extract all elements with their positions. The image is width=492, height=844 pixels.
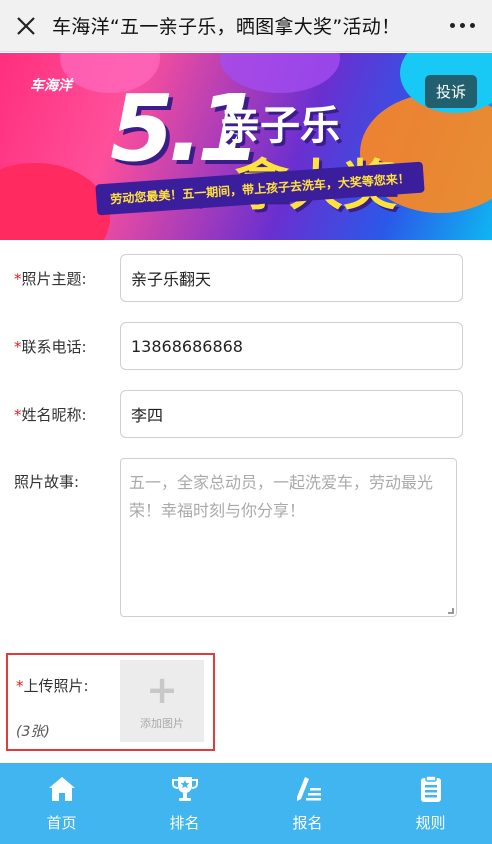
phone-input[interactable]: 13868686868 (120, 322, 463, 370)
upload-section: *上传照片: (3张) + 添加图片 (6, 653, 215, 751)
plus-icon: + (146, 668, 178, 712)
edit-list-icon (296, 777, 321, 801)
trophy-icon (171, 777, 198, 801)
required-mark: * (14, 406, 22, 424)
clipboard-icon (420, 775, 441, 802)
more-options-button[interactable] (432, 0, 492, 52)
close-icon (17, 16, 35, 35)
upload-count: (3张) (16, 724, 50, 740)
resize-handle[interactable] (448, 608, 454, 614)
activity-banner: 车海洋 5.1 亲子乐 晒图 拿大奖 劳动您最美！五一期间，带上孩子去洗车，大奖… (0, 53, 492, 240)
required-mark: * (14, 270, 22, 288)
add-picture-label: 添加图片 (140, 717, 184, 730)
title-bar: 车海洋“五一亲子乐，晒图拿大奖”活动！ (0, 0, 492, 52)
brand-logo: 车海洋 (30, 78, 72, 94)
close-button[interactable] (0, 0, 52, 52)
nav-item-ranking[interactable]: 排名 (123, 763, 246, 844)
nav-item-rules[interactable]: 规则 (369, 763, 492, 844)
upload-label: *上传照片: (16, 677, 89, 695)
home-icon (48, 777, 75, 801)
page-title: 车海洋“五一亲子乐，晒图拿大奖”活动！ (52, 16, 401, 38)
bottom-nav: 首页 排名 报名 规则 (0, 763, 492, 844)
more-dots-icon (449, 23, 455, 28)
nickname-input[interactable]: 李四 (120, 390, 463, 438)
nickname-label: *姓名昵称: (14, 406, 87, 424)
story-label: 照片故事: (14, 473, 80, 491)
story-textarea[interactable]: 五一，全家总动员，一起洗爱车，劳动最光荣！幸福时刻与你分享！ (120, 458, 457, 617)
banner-headline: 5.1 亲子乐 晒图 拿大奖 (110, 83, 397, 218)
story-placeholder: 五一，全家总动员，一起洗爱车，劳动最光荣！幸福时刻与你分享！ (129, 473, 434, 520)
add-picture-button[interactable]: + 添加图片 (120, 660, 204, 742)
complain-button[interactable]: 投诉 (424, 75, 477, 108)
topic-label: *照片主题: (14, 270, 87, 288)
topic-input[interactable]: 亲子乐翻天 (120, 254, 463, 302)
required-mark: * (16, 677, 24, 695)
phone-label: *联系电话: (14, 338, 87, 356)
nav-item-signup[interactable]: 报名 (246, 763, 369, 844)
nav-item-home[interactable]: 首页 (0, 763, 123, 844)
required-mark: * (14, 338, 22, 356)
